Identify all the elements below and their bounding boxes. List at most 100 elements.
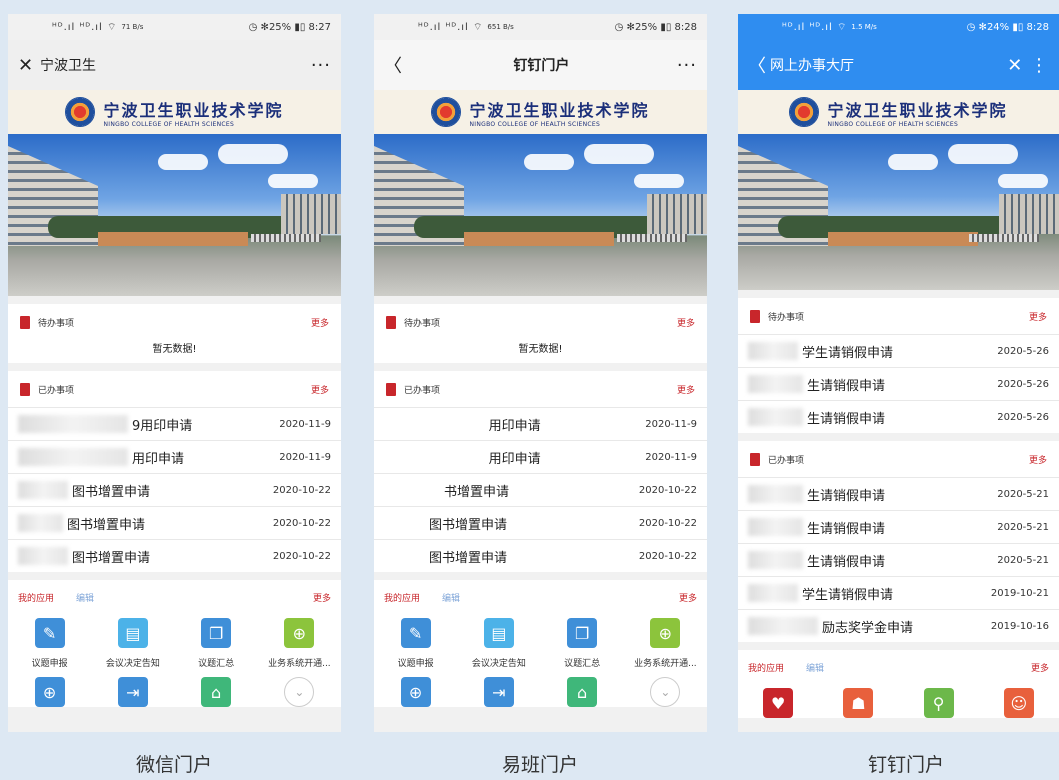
edit-link[interactable]: 编辑	[806, 661, 1031, 674]
app-label: 议题汇总	[564, 659, 601, 669]
done-section: 已办事项 更多 生请销假申请 2020-5-21 生请销假申请 2020-5-21 …	[738, 441, 1059, 642]
app-system-access[interactable]: ⊕ 业务系统开通...	[624, 618, 707, 669]
expand-apps[interactable]: ⌄	[624, 677, 707, 707]
list-item[interactable]: 生请销假申请 2020-5-21	[738, 510, 1059, 543]
list-item[interactable]: 9用印申请 2020-11-9	[8, 407, 341, 440]
app-user-profile[interactable]: ☺	[979, 688, 1059, 718]
list-item[interactable]: 图书增置申请 2020-10-22	[374, 539, 707, 572]
expand-apps[interactable]: ⌄	[258, 677, 341, 707]
battery-time: ◷ ✻25% ▮▯ 8:27	[248, 21, 331, 33]
more-link[interactable]: 更多	[677, 316, 695, 329]
app-header: 〈 钉钉门户 ···	[374, 40, 707, 90]
back-icon[interactable]: 〈	[384, 52, 406, 78]
more-link[interactable]: 更多	[1031, 661, 1049, 674]
app-system-access[interactable]: ⊕ 业务系统开通...	[258, 618, 341, 669]
more-menu-icon[interactable]: ···	[311, 55, 331, 76]
list-item[interactable]: 图书增置申请 2020-10-22	[8, 473, 341, 506]
app-student[interactable]: ☗	[818, 688, 898, 718]
app-meeting-notice[interactable]: ▤ 会议决定告知	[457, 618, 540, 669]
apps-section: 我的应用 编辑 更多 ✎ 议题申报 ▤ 会议决定告知 ❐ 议题汇总 ⊕ 业务系统开通..…	[8, 580, 341, 707]
status-bar: ᴴᴰ.ıl ᴴᴰ.ıl ⌔ 1.5 M/s ◷ ✻24% ▮▯ 8:28	[738, 14, 1059, 40]
item-date: 2020-10-22	[272, 517, 331, 529]
item-date: 2020-11-9	[279, 418, 331, 430]
item-date: 2020-5-26	[997, 378, 1049, 390]
wechat-portal-screen: ᴴᴰ.ıl ᴴᴰ.ıl ⌔ 71 B/s ◷ ✻25% ▮▯ 8:27 ✕ 宁波…	[8, 14, 341, 732]
app-web[interactable]: ⊕	[8, 677, 91, 707]
list-item[interactable]: 图书增置申请 2020-10-22	[8, 506, 341, 539]
app-topic-summary[interactable]: ❐ 议题汇总	[175, 618, 258, 669]
app-topic-summary[interactable]: ❐ 议题汇总	[541, 618, 624, 669]
copy-icon: ❐	[567, 618, 598, 648]
back-icon[interactable]: 〈	[748, 52, 770, 78]
list-item[interactable]: 用印申请 2020-11-9	[374, 407, 707, 440]
app-exit[interactable]: ⇥	[91, 677, 174, 707]
app-psychology[interactable]: ♥	[738, 688, 818, 718]
list-item[interactable]: 生请销假申请 2020-5-26	[738, 400, 1059, 433]
edit-link[interactable]: 编辑	[76, 591, 313, 604]
more-link[interactable]: 更多	[1029, 453, 1047, 466]
item-name: 图书增置申请	[67, 517, 146, 533]
item-name: 用印申请	[488, 418, 541, 434]
item-name: 生请销假申请	[807, 554, 886, 570]
list-item[interactable]: 励志奖学金申请 2019-10-16	[738, 609, 1059, 642]
more-link[interactable]: 更多	[311, 383, 329, 396]
todo-section: 待办事项 更多 暂无数据!	[374, 304, 707, 363]
caption-dingtalk: 钉钉门户	[867, 754, 944, 776]
list-item[interactable]: 生请销假申请 2020-5-21	[738, 543, 1059, 576]
list-item[interactable]: 学生请销假申请 2019-10-21	[738, 576, 1059, 609]
list-item[interactable]: 生请销假申请 2020-5-26	[738, 367, 1059, 400]
section-title: 已办事项	[768, 455, 805, 466]
more-link[interactable]: 更多	[677, 383, 695, 396]
document-icon: ▤	[117, 618, 148, 648]
close-menu-icons[interactable]: ✕ ⋮	[1007, 55, 1049, 76]
app-exit[interactable]: ⇥	[457, 677, 540, 707]
list-item[interactable]: 学生请销假申请 2020-5-26	[738, 334, 1059, 367]
app-label: 议题申报	[397, 659, 434, 669]
list-item[interactable]: 书增置申请 2020-10-22	[374, 473, 707, 506]
section-title: 已办事项	[38, 385, 75, 396]
globe-icon: ⊕	[284, 618, 315, 648]
app-user-search[interactable]: ⚲	[899, 688, 979, 718]
app-web[interactable]: ⊕	[374, 677, 457, 707]
status-bar: ᴴᴰ.ıl ᴴᴰ.ıl ⌔ 71 B/s ◷ ✻25% ▮▯ 8:27	[8, 14, 341, 40]
item-name: 图书增置申请	[72, 550, 151, 566]
apps-title: 我的应用	[384, 593, 421, 604]
list-item[interactable]: 用印申请 2020-11-9	[374, 440, 707, 473]
more-link[interactable]: 更多	[679, 591, 697, 604]
list-item[interactable]: 用印申请 2020-11-9	[8, 440, 341, 473]
item-date: 2020-10-22	[638, 484, 697, 496]
door-icon: ⇥	[483, 677, 514, 707]
more-link[interactable]: 更多	[1029, 310, 1047, 323]
item-date: 2020-5-21	[997, 554, 1049, 566]
item-name: 用印申请	[488, 451, 541, 467]
college-name-cn: 宁波卫生职业技术学院	[103, 100, 284, 120]
college-emblem-icon	[65, 97, 96, 127]
network-speed: 1.5 M/s	[851, 23, 877, 31]
list-item[interactable]: 生请销假申请 2020-5-21	[738, 477, 1059, 510]
close-icon[interactable]: ✕	[18, 55, 40, 76]
document-check-icon: ✎	[34, 618, 65, 648]
signal-indicator: ᴴᴰ.ıl ᴴᴰ.ıl ⌔	[418, 21, 484, 33]
app-topic-submit[interactable]: ✎ 议题申报	[8, 618, 91, 669]
section-title: 待办事项	[38, 318, 75, 329]
more-menu-icon[interactable]: ···	[677, 55, 697, 76]
item-date: 2020-5-26	[997, 411, 1049, 423]
item-name: 学生请销假申请	[802, 587, 894, 603]
item-name: 图书增置申请	[429, 517, 508, 533]
app-meeting-notice[interactable]: ▤ 会议决定告知	[91, 618, 174, 669]
app-home[interactable]: ⌂	[541, 677, 624, 707]
list-item[interactable]: 图书增置申请 2020-10-22	[8, 539, 341, 572]
item-date: 2020-11-9	[645, 418, 697, 430]
college-emblem-icon	[431, 97, 462, 127]
list-item[interactable]: 图书增置申请 2020-10-22	[374, 506, 707, 539]
more-link[interactable]: 更多	[311, 316, 329, 329]
edit-link[interactable]: 编辑	[442, 591, 679, 604]
app-label: 会议决定告知	[105, 659, 160, 669]
college-logo-banner: 宁波卫生职业技术学院 NINGBO COLLEGE OF HEALTH SCIE…	[8, 90, 341, 134]
app-home[interactable]: ⌂	[175, 677, 258, 707]
network-speed: 651 B/s	[487, 23, 514, 31]
clipboard-icon	[20, 315, 30, 329]
more-link[interactable]: 更多	[313, 591, 331, 604]
item-date: 2020-5-21	[997, 521, 1049, 533]
app-topic-submit[interactable]: ✎ 议题申报	[374, 618, 457, 669]
